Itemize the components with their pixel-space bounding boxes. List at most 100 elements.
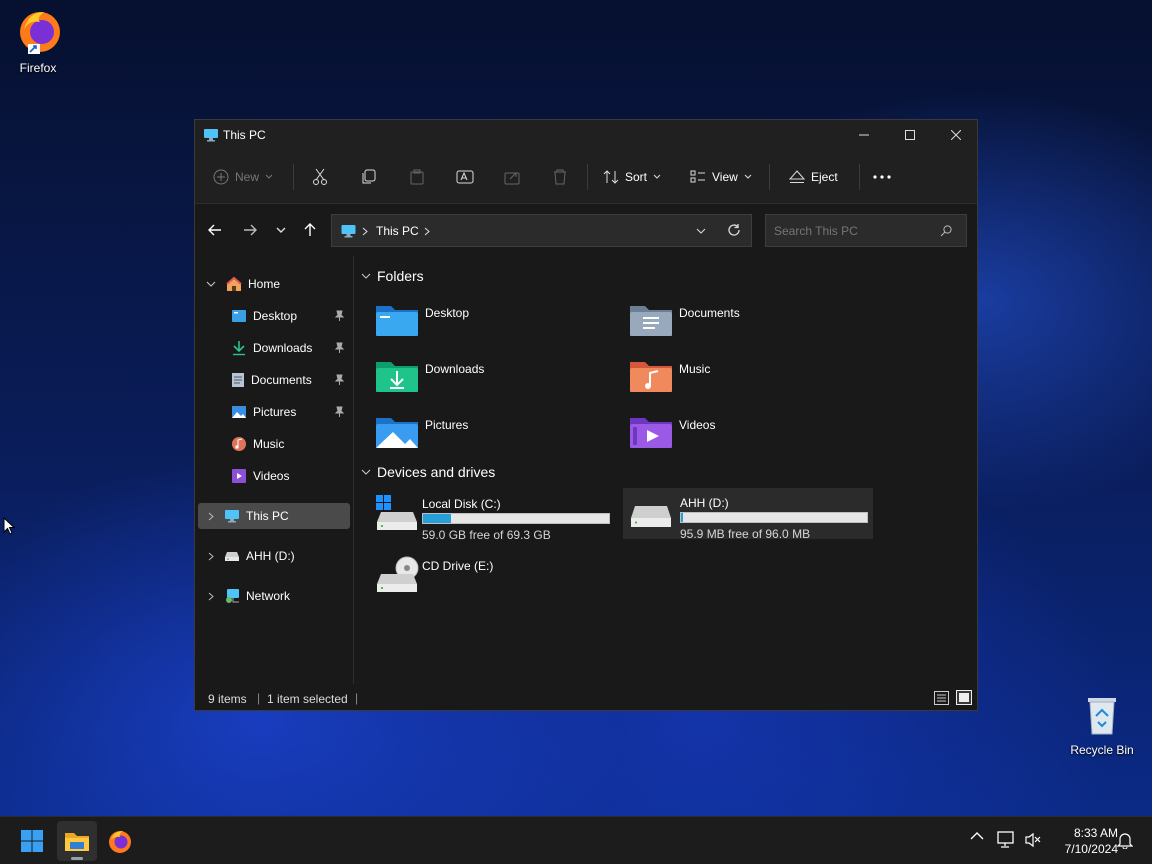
content-pane: Folders Desktop Documents Downloads Musi… [355, 256, 977, 684]
command-bar: New Sort View Eject [195, 150, 977, 204]
toolbar-separator [587, 164, 588, 190]
pane-splitter[interactable] [353, 256, 354, 684]
folder-tile-music[interactable]: Music [629, 356, 710, 396]
arrow-left-icon [208, 224, 221, 236]
rename-button[interactable] [456, 164, 474, 190]
see-more-button[interactable] [873, 164, 891, 190]
recent-locations-button[interactable] [269, 218, 293, 242]
new-button[interactable]: New [213, 164, 273, 190]
mouse-cursor-icon [3, 517, 15, 535]
address-bar[interactable]: This PC [331, 214, 752, 247]
navigation-pane: Home Desktop Downloads Documents Picture… [195, 256, 353, 684]
chevron-up-icon [970, 832, 984, 840]
sidebar-item-drive-d[interactable]: AHH (D:) [198, 543, 350, 569]
folder-tile-documents[interactable]: Documents [629, 300, 740, 340]
chevron-down-icon [653, 174, 661, 179]
refresh-icon[interactable] [727, 223, 741, 237]
desktop-folder-icon [231, 309, 247, 323]
search-icon[interactable] [940, 225, 952, 237]
sidebar-item-desktop[interactable]: Desktop [198, 303, 350, 329]
pictures-folder-icon [376, 418, 418, 448]
folder-tile-desktop[interactable]: Desktop [375, 300, 469, 340]
folder-label: Videos [679, 418, 716, 432]
folder-tile-videos[interactable]: Videos [629, 412, 715, 452]
taskbar-firefox[interactable] [100, 821, 140, 861]
share-button[interactable] [504, 164, 520, 190]
music-folder-icon [630, 362, 672, 392]
address-path[interactable]: This PC [376, 224, 419, 238]
arrow-up-icon [304, 223, 316, 236]
sidebar-item-home[interactable]: Home [198, 271, 350, 297]
sidebar-item-videos[interactable]: Videos [198, 463, 350, 489]
drive-tile-d[interactable]: AHH (D:) 95.9 MB free of 96.0 MB [623, 488, 873, 541]
sidebar-item-downloads[interactable]: Downloads [198, 335, 350, 361]
details-view-icon[interactable] [934, 691, 949, 705]
drive-tile-e[interactable]: CD Drive (E:) [372, 556, 622, 600]
desktop-icon-recycle-bin[interactable]: Recycle Bin [1064, 692, 1140, 757]
drive-usage-fill [681, 513, 683, 522]
folder-label: Music [679, 362, 711, 376]
chevron-down-icon[interactable] [206, 281, 216, 288]
volume-button[interactable] [1024, 832, 1042, 848]
clock[interactable]: 8:33 AM 7/10/2024 [1046, 825, 1118, 857]
cut-button[interactable] [312, 164, 328, 190]
home-icon [226, 276, 242, 292]
back-button[interactable] [203, 218, 227, 242]
up-button[interactable] [298, 218, 322, 242]
maximize-button[interactable] [887, 120, 933, 150]
chevron-right-icon[interactable] [424, 227, 430, 236]
eject-button[interactable]: Eject [789, 164, 838, 190]
sidebar-item-network[interactable]: Network [198, 583, 350, 609]
start-button[interactable] [12, 821, 52, 861]
search-input[interactable] [766, 215, 936, 246]
pin-icon[interactable] [334, 374, 344, 386]
forward-button[interactable] [238, 218, 262, 242]
sidebar-item-label: Videos [253, 469, 290, 483]
section-title: Folders [377, 268, 424, 284]
notifications-button[interactable] [1117, 831, 1133, 849]
sidebar-item-music[interactable]: Music [198, 431, 350, 457]
copy-button[interactable] [360, 164, 376, 190]
sidebar-item-pictures[interactable]: Pictures [198, 399, 350, 425]
network-status-button[interactable] [997, 831, 1015, 849]
large-icons-view-icon[interactable] [956, 690, 972, 705]
new-label: New [235, 170, 260, 184]
chevron-right-icon[interactable] [208, 512, 214, 521]
active-indicator [71, 857, 83, 860]
folders-section-header[interactable]: Folders [361, 268, 424, 284]
desktop-icon-firefox[interactable]: Firefox [0, 6, 76, 75]
drive-tile-c[interactable]: Local Disk (C:) 59.0 GB free of 69.3 GB [372, 494, 622, 542]
network-icon [224, 588, 240, 604]
sidebar-item-label: Downloads [253, 341, 313, 355]
paste-button[interactable] [409, 164, 425, 190]
pin-icon[interactable] [334, 342, 344, 354]
minimize-button[interactable] [841, 120, 887, 150]
folder-tile-downloads[interactable]: Downloads [375, 356, 484, 396]
taskbar-file-explorer[interactable] [57, 821, 97, 861]
toolbar-separator [859, 164, 860, 190]
chevron-right-icon[interactable] [208, 552, 214, 561]
clock-time: 8:33 AM [1073, 826, 1118, 840]
chevron-down-icon [276, 227, 286, 233]
sidebar-item-documents[interactable]: Documents [198, 367, 350, 393]
search-box[interactable] [765, 214, 967, 247]
chevron-right-icon[interactable] [208, 592, 214, 601]
show-hidden-icons-button[interactable] [970, 831, 984, 840]
drive-icon [631, 506, 671, 527]
folder-label: Documents [679, 306, 740, 320]
pin-icon[interactable] [334, 406, 344, 418]
file-explorer-window: This PC New Sort View Eject This PC Sear… [194, 119, 978, 711]
sidebar-item-this-pc[interactable]: This PC [198, 503, 350, 529]
title-bar[interactable]: This PC [195, 120, 977, 150]
close-button[interactable] [933, 120, 979, 150]
delete-button[interactable] [553, 164, 567, 190]
more-dots-icon [873, 175, 891, 179]
sort-icon [603, 170, 619, 184]
devices-section-header[interactable]: Devices and drives [361, 464, 495, 480]
view-button[interactable]: View [690, 164, 752, 190]
new-plus-icon [213, 169, 229, 185]
folder-tile-pictures[interactable]: Pictures [375, 412, 468, 452]
chevron-down-icon[interactable] [696, 228, 706, 235]
pin-icon[interactable] [334, 310, 344, 322]
sort-button[interactable]: Sort [603, 164, 661, 190]
